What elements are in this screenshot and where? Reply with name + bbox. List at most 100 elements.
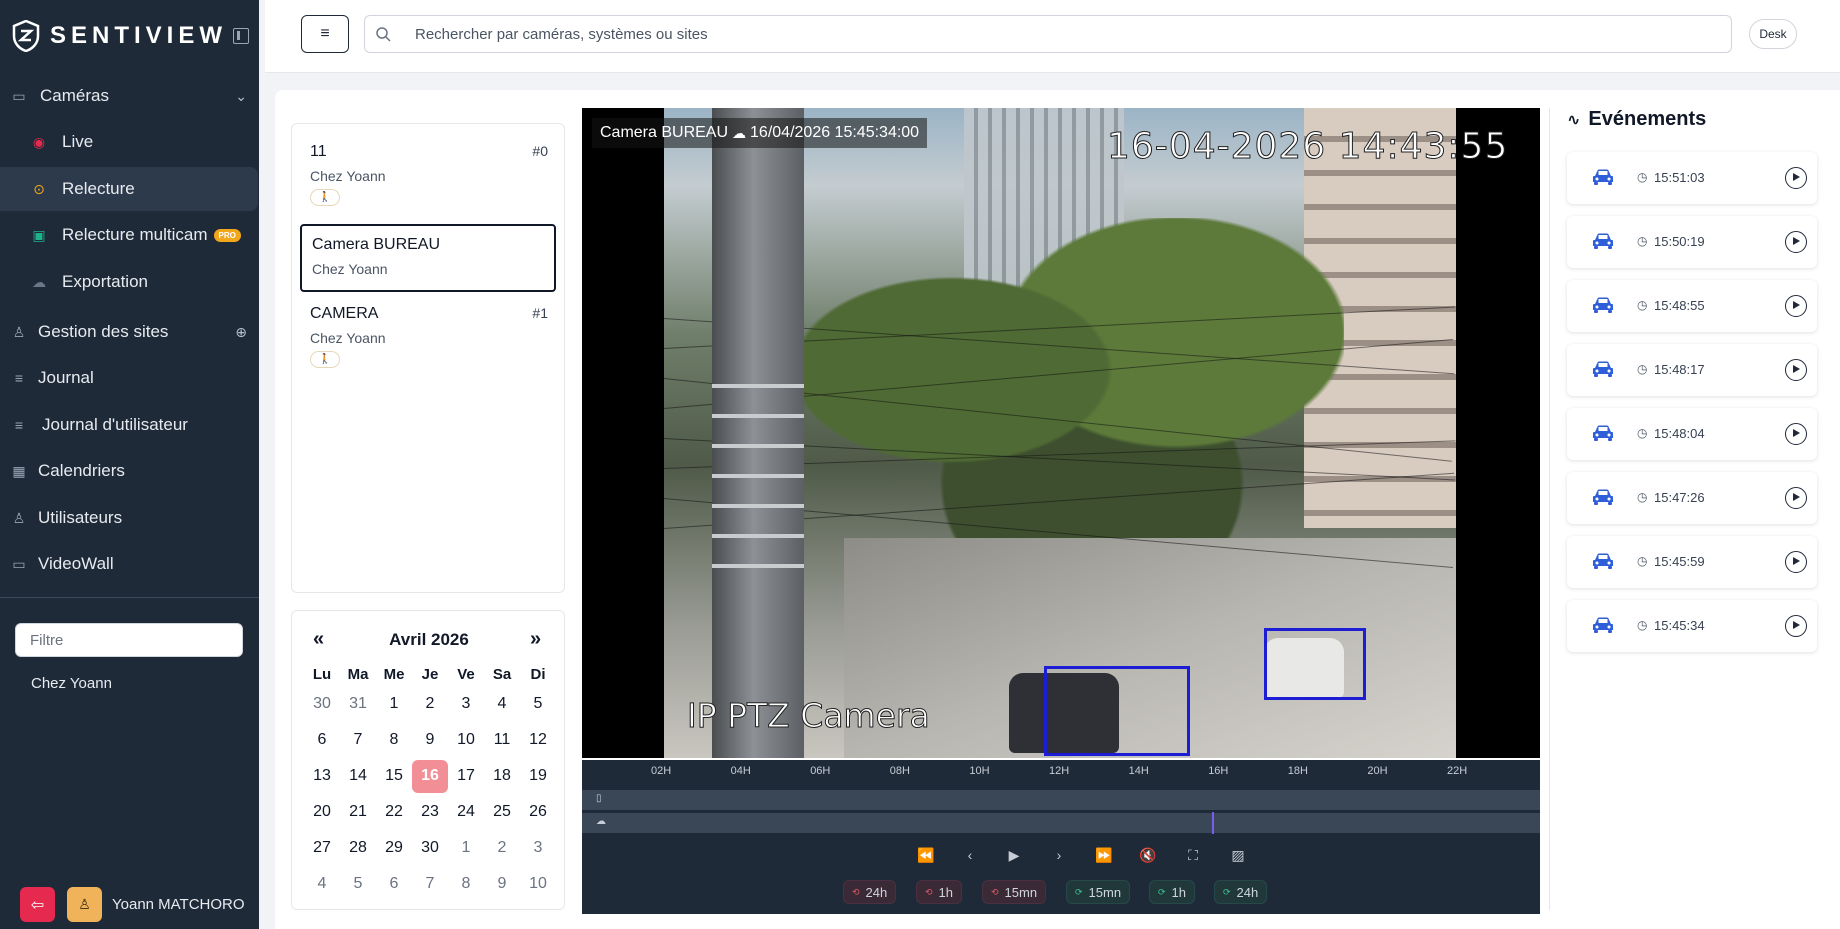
sidebar-item-live[interactable]: ◉ Live	[0, 120, 259, 164]
sidebar-item-multicam[interactable]: ▣ Relecture multicam PRO	[0, 213, 259, 257]
play-circle-icon[interactable]	[1785, 167, 1807, 189]
event-item[interactable]: ◷ 15:48:55	[1567, 280, 1817, 332]
calendar-day[interactable]: 18	[484, 760, 520, 793]
calendar-day[interactable]: 12	[520, 724, 556, 757]
calendar-day[interactable]: 10	[448, 724, 484, 757]
sidebar-item-sites[interactable]: ♙ Gestion des sites ⊕	[0, 310, 259, 354]
calendar-day[interactable]: 6	[304, 724, 340, 757]
sidebar-item-user-journal[interactable]: ≡ Journal d'utilisateur	[0, 403, 259, 447]
calendar-day[interactable]: 6	[376, 868, 412, 901]
step-forward-24h-button[interactable]: ⟳ 24h	[1214, 880, 1268, 904]
logout-button[interactable]: ⇦	[20, 887, 55, 922]
calendar-day[interactable]: 26	[520, 796, 556, 829]
calendar-day[interactable]: 2	[412, 688, 448, 721]
calendar-day[interactable]: 13	[304, 760, 340, 793]
step-forward-15mn-button[interactable]: ⟳ 15mn	[1066, 880, 1131, 904]
forward-fast-icon[interactable]: ⏩	[1092, 843, 1116, 867]
play-circle-icon[interactable]	[1785, 231, 1807, 253]
event-item[interactable]: ◷ 15:47:26	[1567, 472, 1817, 524]
calendar-day[interactable]: 21	[340, 796, 376, 829]
calendar-day[interactable]: 8	[448, 868, 484, 901]
sidebar-item-export[interactable]: ☁ Exportation	[0, 260, 259, 304]
sidebar-item-journal[interactable]: ≡ Journal	[0, 356, 259, 400]
calendar-day[interactable]: 5	[340, 868, 376, 901]
add-circle-icon[interactable]: ⊕	[235, 324, 247, 341]
calendar-day[interactable]: 1	[448, 832, 484, 865]
calendar-day[interactable]: 2	[484, 832, 520, 865]
step-back-1h-button[interactable]: ⟲ 1h	[916, 880, 963, 904]
logo[interactable]: SENTIVIEW	[12, 18, 227, 54]
calendar-day[interactable]: 23	[412, 796, 448, 829]
calendar-day[interactable]: 29	[376, 832, 412, 865]
sidebar-item-replay[interactable]: ⊙ Relecture	[0, 167, 258, 211]
sidebar-item-cameras[interactable]: ▭ Caméras ⌄	[0, 74, 259, 118]
calendar-day[interactable]: 19	[520, 760, 556, 793]
step-back-24h-button[interactable]: ⟲ 24h	[843, 880, 897, 904]
event-item[interactable]: ◷ 15:48:17	[1567, 344, 1817, 396]
calendar-day[interactable]: 30	[304, 688, 340, 721]
play-icon[interactable]: ▶	[1002, 843, 1026, 867]
chevron-down-icon[interactable]: ⌄	[235, 88, 247, 105]
fullscreen-icon[interactable]: ⛶	[1181, 843, 1205, 867]
calendar-day[interactable]: 22	[376, 796, 412, 829]
calendar-day[interactable]: 7	[412, 868, 448, 901]
rewind-fast-icon[interactable]: ⏪	[914, 843, 938, 867]
sidebar-item-calendars[interactable]: ▦ Calendriers	[0, 449, 259, 493]
event-item[interactable]: ◷ 15:50:19	[1567, 216, 1817, 268]
search-box[interactable]	[364, 15, 1732, 53]
calendar-day[interactable]: 5	[520, 688, 556, 721]
camera-item-camera[interactable]: CAMERA #1 Chez Yoann 🚶	[300, 295, 556, 368]
calendar-day[interactable]: 7	[340, 724, 376, 757]
calendar-day[interactable]: 30	[412, 832, 448, 865]
calendar-day[interactable]: 9	[484, 868, 520, 901]
camera-item-11[interactable]: 11 #0 Chez Yoann 🚶	[300, 133, 556, 206]
calendar-day[interactable]: 17	[448, 760, 484, 793]
event-item[interactable]: ◷ 15:51:03	[1567, 152, 1817, 204]
site-list-item[interactable]: Chez Yoann	[31, 675, 112, 692]
calendar-day[interactable]: 15	[376, 760, 412, 793]
calendar-day[interactable]: 27	[304, 832, 340, 865]
calendar-day-selected[interactable]: 16	[412, 759, 448, 793]
step-forward-icon[interactable]: ›	[1047, 843, 1071, 867]
timeline-track-cloud[interactable]: ☁	[582, 813, 1540, 833]
play-circle-icon[interactable]	[1785, 423, 1807, 445]
step-forward-1h-button[interactable]: ⟳ 1h	[1149, 880, 1196, 904]
play-circle-icon[interactable]	[1785, 487, 1807, 509]
step-back-15mn-button[interactable]: ⟲ 15mn	[982, 880, 1047, 904]
calendar-day[interactable]: 11	[484, 724, 520, 757]
filter-input[interactable]	[15, 623, 243, 657]
video-player[interactable]: Camera BUREAU ☁ 16/04/2026 15:45:34:00 1…	[582, 108, 1540, 758]
calendar-day[interactable]: 3	[448, 688, 484, 721]
calendar-day[interactable]: 3	[520, 832, 556, 865]
calendar-day[interactable]: 10	[520, 868, 556, 901]
calendar-day[interactable]: 24	[448, 796, 484, 829]
sidebar-item-users[interactable]: ♙ Utilisateurs	[0, 496, 259, 540]
sidebar-collapse-icon[interactable]	[233, 28, 249, 44]
calendar-next-button[interactable]: »	[530, 628, 541, 651]
desk-button[interactable]: Desk	[1749, 19, 1797, 49]
event-item[interactable]: ◷ 15:45:34	[1567, 600, 1817, 652]
calendar-day[interactable]: 1	[376, 688, 412, 721]
calendar-day[interactable]: 25	[484, 796, 520, 829]
calendar-day[interactable]: 28	[340, 832, 376, 865]
calendar-day[interactable]: 4	[484, 688, 520, 721]
menu-button[interactable]: ≡	[301, 15, 349, 53]
mute-icon[interactable]: 🔇	[1136, 843, 1160, 867]
sidebar-item-videowall[interactable]: ▭ VideoWall	[0, 542, 259, 586]
play-circle-icon[interactable]	[1785, 551, 1807, 573]
calendar-day[interactable]: 31	[340, 688, 376, 721]
search-input[interactable]	[415, 16, 1715, 52]
calendar-day[interactable]: 9	[412, 724, 448, 757]
play-circle-icon[interactable]	[1785, 295, 1807, 317]
event-item[interactable]: ◷ 15:48:04	[1567, 408, 1817, 460]
play-circle-icon[interactable]	[1785, 359, 1807, 381]
calendar-day[interactable]: 14	[340, 760, 376, 793]
step-back-icon[interactable]: ‹	[958, 843, 982, 867]
play-circle-icon[interactable]	[1785, 615, 1807, 637]
event-item[interactable]: ◷ 15:45:59	[1567, 536, 1817, 588]
timeline-track-recordings[interactable]: ▯	[582, 790, 1540, 810]
snapshot-icon[interactable]: ▨	[1226, 843, 1250, 867]
camera-item-bureau[interactable]: Camera BUREAU Chez Yoann	[300, 224, 556, 292]
calendar-day[interactable]: 8	[376, 724, 412, 757]
timeline-playhead[interactable]	[1212, 812, 1214, 834]
